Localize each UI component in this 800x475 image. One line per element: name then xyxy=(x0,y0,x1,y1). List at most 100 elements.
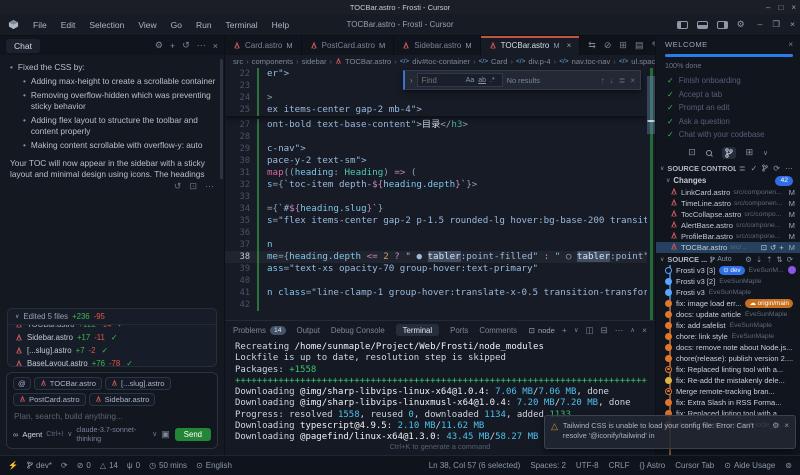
send-button[interactable]: Send xyxy=(175,428,211,441)
search-icon[interactable] xyxy=(706,150,712,156)
view-as-list-icon[interactable]: ≣ xyxy=(739,164,746,173)
code-line[interactable]: 36 xyxy=(225,227,647,239)
context-chip[interactable]: [...slug].astro xyxy=(105,377,170,390)
code-line[interactable]: 38me={heading.depth <= 2 ? " ● tabler:po… xyxy=(225,251,647,263)
code-line[interactable]: 40 xyxy=(225,275,647,287)
fetch-icon[interactable]: ⇣ xyxy=(756,255,762,264)
statusbar-item[interactable]: ⊙Aide Usage xyxy=(724,461,775,470)
chat-input[interactable]: Plan, search, build anything... xyxy=(14,411,210,421)
tab-card-astro[interactable]: Card.astroM xyxy=(225,36,302,55)
statusbar-item[interactable]: dev* xyxy=(27,461,52,471)
edited-files-header[interactable]: ∨ Edited 5 files +236 -95 xyxy=(8,309,216,325)
agent-mode-dropdown[interactable]: Agent xyxy=(22,430,42,439)
auto-label[interactable]: Auto xyxy=(717,256,731,263)
welcome-item[interactable]: ✓Ask a question xyxy=(665,115,793,129)
commit-row[interactable]: fix: image load err...☁ origin/main xyxy=(656,298,800,309)
changes-header[interactable]: ∨ Changes 42 xyxy=(656,175,800,187)
edited-file-row[interactable]: TOCBar.astro+122-14✓ xyxy=(8,325,216,331)
extensions-icon[interactable]: ⊞ xyxy=(746,147,754,158)
maximize-icon[interactable]: □ xyxy=(778,3,783,12)
commit-row[interactable]: chore: link styleEveSunMaple xyxy=(656,331,800,342)
statusbar-item[interactable]: CRLF xyxy=(609,461,630,470)
match-case-icon[interactable]: Aa xyxy=(466,77,475,84)
eye-off-icon[interactable]: ⊘ xyxy=(604,40,612,51)
change-row[interactable]: TimeLine.astrosrc/componen...M xyxy=(656,198,800,209)
new-terminal-icon[interactable]: + xyxy=(562,325,567,335)
breadcrumb-item[interactable]: nav.toc-nav xyxy=(572,57,611,66)
code-line[interactable]: 25ex items-center gap-2 mb-4"> xyxy=(225,104,647,116)
tab-sidebar-astro[interactable]: Sidebar.astroM xyxy=(394,36,480,55)
statusbar-item[interactable]: ⊙English xyxy=(196,461,232,470)
tab-chat[interactable]: Chat xyxy=(6,39,40,53)
attach-image-icon[interactable]: ▣ xyxy=(161,429,170,440)
model-dropdown[interactable]: claude-3.7-sonnet-thinking xyxy=(76,425,148,443)
close-icon[interactable]: × xyxy=(790,19,795,30)
code-line[interactable]: 32s={`toc-item depth-${heading.depth}`}> xyxy=(225,179,647,191)
add-context-chip[interactable]: @ xyxy=(13,377,31,390)
find-in-selection-icon[interactable]: ≣ xyxy=(619,76,626,85)
panel-tab-terminal[interactable]: Terminal xyxy=(396,324,439,336)
refresh-icon[interactable]: ⟳ xyxy=(787,255,793,264)
breadcrumb[interactable]: src›components›sidebar›TOCBar.astro›</>d… xyxy=(225,55,655,68)
change-row[interactable]: TocCollapse.astrosrc/compo...M xyxy=(656,209,800,220)
tab-tocbar-astro[interactable]: TOCBar.astroM× xyxy=(481,36,581,55)
change-row[interactable]: LinkCard.astrosrc/componen...M xyxy=(656,187,800,198)
code-line[interactable]: 28 xyxy=(225,131,647,143)
statusbar-item[interactable]: UTF-8 xyxy=(576,461,599,470)
more-icon[interactable]: ⋯ xyxy=(785,164,793,173)
commit-row[interactable]: fix: add safelistEveSunMaple xyxy=(656,320,800,331)
breadcrumb-item[interactable]: ul.space xyxy=(631,57,655,66)
close-icon[interactable]: × xyxy=(788,40,793,49)
code-editor[interactable]: › Aa ab .* No results ↑ ↓ ≣ × 27 xyxy=(225,68,655,320)
source-control-icon[interactable] xyxy=(722,147,736,159)
split-terminal-icon[interactable]: ◫ xyxy=(586,325,594,336)
file-icon[interactable]: ▤ xyxy=(635,40,644,51)
commit-row[interactable]: fix: Replaced linting tool with a... xyxy=(656,364,800,375)
code-line[interactable]: 27ont-bold text-base-content">目录</h3> xyxy=(225,119,647,131)
change-row[interactable]: ProfileBar.astrosrc/compone...M xyxy=(656,231,800,242)
tab-close-icon[interactable]: × xyxy=(567,41,572,50)
push-icon[interactable]: ⇅ xyxy=(776,255,782,264)
statusbar-item[interactable]: Ln 38, Col 57 (6 selected) xyxy=(429,461,521,470)
breadcrumb-item[interactable]: components xyxy=(252,57,293,66)
overview-ruler[interactable] xyxy=(647,68,655,320)
statusbar-item[interactable]: ⊚ xyxy=(785,461,792,470)
stage-icon[interactable]: + xyxy=(779,243,783,252)
close-icon[interactable]: × xyxy=(791,3,796,12)
context-chip[interactable]: PostCard.astro xyxy=(13,393,86,406)
grid-layout-icon[interactable]: ⊞ xyxy=(619,40,627,51)
tab-postcard-astro[interactable]: PostCard.astroM xyxy=(302,36,395,55)
commit-row[interactable]: fix: Re-add the mistakenly dele... xyxy=(656,375,800,386)
pull-icon[interactable]: ⇡ xyxy=(766,255,772,264)
menu-go[interactable]: Go xyxy=(165,18,188,32)
commit-icon[interactable]: ✓ xyxy=(751,164,758,173)
statusbar-item[interactable]: ◷50 mins xyxy=(149,461,187,470)
code-line[interactable]: 30pace-y-2 text-sm"> xyxy=(225,155,647,167)
commit-row[interactable]: chore(release): publish version 2.... xyxy=(656,353,800,364)
terminal-shell[interactable]: ⊡node xyxy=(529,326,555,335)
find-prev-icon[interactable]: ↑ xyxy=(601,76,605,85)
menu-run[interactable]: Run xyxy=(190,18,218,32)
change-row[interactable]: TOCBar.astrosrc/...⊡↺+M xyxy=(656,242,800,253)
panel-tab-comments[interactable]: Comments xyxy=(479,326,517,335)
context-chip[interactable]: Sidebar.astro xyxy=(89,393,156,406)
commit-row[interactable]: Frosti v3 [3]⊙ devEveSunM... xyxy=(656,265,800,276)
commit-row[interactable]: docs: update articleEveSunMaple xyxy=(656,309,800,320)
panel-tab-ports[interactable]: Ports xyxy=(450,326,468,335)
code-line[interactable]: 35s="flex items-center gap-2 p-1.5 round… xyxy=(225,215,647,227)
kill-terminal-icon[interactable]: ⊟ xyxy=(601,325,608,336)
statusbar-item[interactable]: ⚡ xyxy=(8,461,18,470)
commit-row[interactable]: fix: Extra Slash in RSS Forma... xyxy=(656,397,800,408)
chat-settings-icon[interactable]: ⚙ xyxy=(155,40,163,51)
notification-settings-icon[interactable]: ⚙ xyxy=(772,421,779,430)
breadcrumb-item[interactable]: TOCBar.astro xyxy=(345,57,391,66)
breadcrumb-item[interactable]: div.p-4 xyxy=(528,57,550,66)
notification-toast[interactable]: △ Tailwind CSS is unable to load your co… xyxy=(544,415,796,449)
chat-close-icon[interactable]: × xyxy=(213,41,218,51)
toggle-panel-icon[interactable] xyxy=(697,21,708,29)
restore-icon[interactable]: ❐ xyxy=(772,19,780,30)
new-chat-icon[interactable]: + xyxy=(170,41,175,51)
branch-icon[interactable] xyxy=(762,164,768,174)
revert-icon[interactable]: ↺ xyxy=(174,181,182,192)
notification-close-icon[interactable]: × xyxy=(784,421,789,430)
